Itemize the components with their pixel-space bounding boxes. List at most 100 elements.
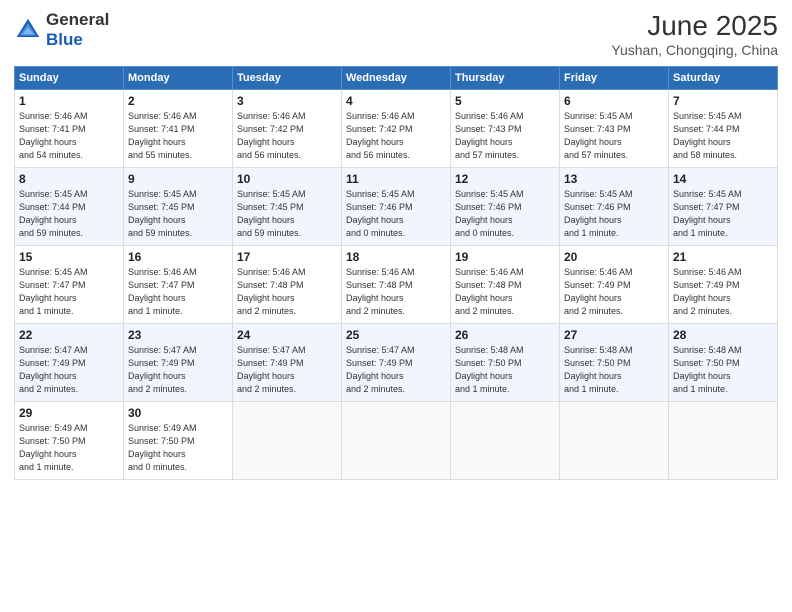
table-row	[451, 402, 560, 480]
day-number: 18	[346, 250, 446, 264]
day-detail: Sunrise: 5:45 AM Sunset: 7:46 PM Dayligh…	[564, 188, 664, 240]
table-row: 19 Sunrise: 5:46 AM Sunset: 7:48 PM Dayl…	[451, 246, 560, 324]
day-detail: Sunrise: 5:47 AM Sunset: 7:49 PM Dayligh…	[128, 344, 228, 396]
calendar-week-row: 1 Sunrise: 5:46 AM Sunset: 7:41 PM Dayli…	[15, 90, 778, 168]
day-number: 14	[673, 172, 773, 186]
day-detail: Sunrise: 5:46 AM Sunset: 7:41 PM Dayligh…	[19, 110, 119, 162]
day-number: 26	[455, 328, 555, 342]
day-number: 9	[128, 172, 228, 186]
day-detail: Sunrise: 5:46 AM Sunset: 7:48 PM Dayligh…	[237, 266, 337, 318]
table-row	[233, 402, 342, 480]
table-row: 29 Sunrise: 5:49 AM Sunset: 7:50 PM Dayl…	[15, 402, 124, 480]
day-number: 30	[128, 406, 228, 420]
col-monday: Monday	[124, 67, 233, 90]
day-detail: Sunrise: 5:49 AM Sunset: 7:50 PM Dayligh…	[19, 422, 119, 474]
col-tuesday: Tuesday	[233, 67, 342, 90]
day-number: 10	[237, 172, 337, 186]
table-row: 12 Sunrise: 5:45 AM Sunset: 7:46 PM Dayl…	[451, 168, 560, 246]
day-number: 2	[128, 94, 228, 108]
day-number: 8	[19, 172, 119, 186]
day-detail: Sunrise: 5:47 AM Sunset: 7:49 PM Dayligh…	[346, 344, 446, 396]
day-detail: Sunrise: 5:46 AM Sunset: 7:48 PM Dayligh…	[346, 266, 446, 318]
table-row: 17 Sunrise: 5:46 AM Sunset: 7:48 PM Dayl…	[233, 246, 342, 324]
day-detail: Sunrise: 5:46 AM Sunset: 7:42 PM Dayligh…	[237, 110, 337, 162]
day-number: 24	[237, 328, 337, 342]
table-row: 9 Sunrise: 5:45 AM Sunset: 7:45 PM Dayli…	[124, 168, 233, 246]
day-number: 22	[19, 328, 119, 342]
day-number: 6	[564, 94, 664, 108]
table-row: 18 Sunrise: 5:46 AM Sunset: 7:48 PM Dayl…	[342, 246, 451, 324]
page: General Blue June 2025 Yushan, Chongqing…	[0, 0, 792, 612]
day-detail: Sunrise: 5:46 AM Sunset: 7:47 PM Dayligh…	[128, 266, 228, 318]
day-number: 16	[128, 250, 228, 264]
day-number: 21	[673, 250, 773, 264]
location: Yushan, Chongqing, China	[611, 42, 778, 58]
logo-blue: Blue	[46, 30, 83, 49]
table-row: 30 Sunrise: 5:49 AM Sunset: 7:50 PM Dayl…	[124, 402, 233, 480]
day-detail: Sunrise: 5:45 AM Sunset: 7:46 PM Dayligh…	[346, 188, 446, 240]
day-number: 4	[346, 94, 446, 108]
table-row: 21 Sunrise: 5:46 AM Sunset: 7:49 PM Dayl…	[669, 246, 778, 324]
table-row	[342, 402, 451, 480]
day-detail: Sunrise: 5:45 AM Sunset: 7:44 PM Dayligh…	[19, 188, 119, 240]
calendar-table: Sunday Monday Tuesday Wednesday Thursday…	[14, 66, 778, 480]
day-detail: Sunrise: 5:46 AM Sunset: 7:49 PM Dayligh…	[673, 266, 773, 318]
col-saturday: Saturday	[669, 67, 778, 90]
table-row: 16 Sunrise: 5:46 AM Sunset: 7:47 PM Dayl…	[124, 246, 233, 324]
day-number: 23	[128, 328, 228, 342]
table-row: 24 Sunrise: 5:47 AM Sunset: 7:49 PM Dayl…	[233, 324, 342, 402]
table-row: 28 Sunrise: 5:48 AM Sunset: 7:50 PM Dayl…	[669, 324, 778, 402]
table-row: 1 Sunrise: 5:46 AM Sunset: 7:41 PM Dayli…	[15, 90, 124, 168]
table-row: 14 Sunrise: 5:45 AM Sunset: 7:47 PM Dayl…	[669, 168, 778, 246]
day-detail: Sunrise: 5:48 AM Sunset: 7:50 PM Dayligh…	[455, 344, 555, 396]
month-year: June 2025	[611, 10, 778, 42]
table-row: 5 Sunrise: 5:46 AM Sunset: 7:43 PM Dayli…	[451, 90, 560, 168]
day-detail: Sunrise: 5:47 AM Sunset: 7:49 PM Dayligh…	[237, 344, 337, 396]
day-number: 25	[346, 328, 446, 342]
table-row	[560, 402, 669, 480]
table-row	[669, 402, 778, 480]
logo-general: General	[46, 10, 109, 29]
day-number: 7	[673, 94, 773, 108]
table-row: 7 Sunrise: 5:45 AM Sunset: 7:44 PM Dayli…	[669, 90, 778, 168]
calendar-week-row: 22 Sunrise: 5:47 AM Sunset: 7:49 PM Dayl…	[15, 324, 778, 402]
col-sunday: Sunday	[15, 67, 124, 90]
table-row: 10 Sunrise: 5:45 AM Sunset: 7:45 PM Dayl…	[233, 168, 342, 246]
day-detail: Sunrise: 5:45 AM Sunset: 7:45 PM Dayligh…	[128, 188, 228, 240]
day-number: 5	[455, 94, 555, 108]
calendar-week-row: 8 Sunrise: 5:45 AM Sunset: 7:44 PM Dayli…	[15, 168, 778, 246]
day-detail: Sunrise: 5:46 AM Sunset: 7:48 PM Dayligh…	[455, 266, 555, 318]
table-row: 20 Sunrise: 5:46 AM Sunset: 7:49 PM Dayl…	[560, 246, 669, 324]
day-number: 28	[673, 328, 773, 342]
day-number: 17	[237, 250, 337, 264]
day-number: 3	[237, 94, 337, 108]
day-detail: Sunrise: 5:45 AM Sunset: 7:47 PM Dayligh…	[673, 188, 773, 240]
day-detail: Sunrise: 5:48 AM Sunset: 7:50 PM Dayligh…	[564, 344, 664, 396]
table-row: 15 Sunrise: 5:45 AM Sunset: 7:47 PM Dayl…	[15, 246, 124, 324]
day-detail: Sunrise: 5:49 AM Sunset: 7:50 PM Dayligh…	[128, 422, 228, 474]
table-row: 23 Sunrise: 5:47 AM Sunset: 7:49 PM Dayl…	[124, 324, 233, 402]
table-row: 26 Sunrise: 5:48 AM Sunset: 7:50 PM Dayl…	[451, 324, 560, 402]
col-wednesday: Wednesday	[342, 67, 451, 90]
day-detail: Sunrise: 5:45 AM Sunset: 7:46 PM Dayligh…	[455, 188, 555, 240]
table-row: 11 Sunrise: 5:45 AM Sunset: 7:46 PM Dayl…	[342, 168, 451, 246]
day-number: 20	[564, 250, 664, 264]
calendar-week-row: 29 Sunrise: 5:49 AM Sunset: 7:50 PM Dayl…	[15, 402, 778, 480]
day-number: 1	[19, 94, 119, 108]
table-row: 6 Sunrise: 5:45 AM Sunset: 7:43 PM Dayli…	[560, 90, 669, 168]
calendar-header-row: Sunday Monday Tuesday Wednesday Thursday…	[15, 67, 778, 90]
day-number: 27	[564, 328, 664, 342]
logo-icon	[14, 16, 42, 44]
table-row: 13 Sunrise: 5:45 AM Sunset: 7:46 PM Dayl…	[560, 168, 669, 246]
table-row: 27 Sunrise: 5:48 AM Sunset: 7:50 PM Dayl…	[560, 324, 669, 402]
day-detail: Sunrise: 5:46 AM Sunset: 7:41 PM Dayligh…	[128, 110, 228, 162]
day-detail: Sunrise: 5:47 AM Sunset: 7:49 PM Dayligh…	[19, 344, 119, 396]
col-thursday: Thursday	[451, 67, 560, 90]
day-detail: Sunrise: 5:45 AM Sunset: 7:47 PM Dayligh…	[19, 266, 119, 318]
day-detail: Sunrise: 5:46 AM Sunset: 7:49 PM Dayligh…	[564, 266, 664, 318]
logo-text: General Blue	[46, 10, 109, 50]
col-friday: Friday	[560, 67, 669, 90]
day-detail: Sunrise: 5:46 AM Sunset: 7:42 PM Dayligh…	[346, 110, 446, 162]
header: General Blue June 2025 Yushan, Chongqing…	[14, 10, 778, 58]
day-number: 29	[19, 406, 119, 420]
